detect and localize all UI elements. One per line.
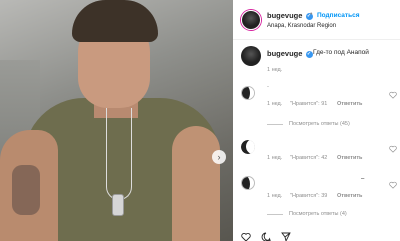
- caption-text: Где-то под Анапой: [313, 49, 369, 56]
- comment-age[interactable]: 1 нед.: [267, 155, 282, 161]
- post-photo[interactable]: [0, 0, 233, 241]
- view-replies-line: [267, 124, 283, 125]
- caption-handle[interactable]: bugevuge: [267, 49, 302, 58]
- comment-age[interactable]: 1 нед.: [267, 193, 282, 199]
- caption-handle-row: bugevuge ✓: [267, 49, 313, 58]
- photo-hair: [72, 0, 158, 42]
- caption-avatar[interactable]: [241, 46, 261, 66]
- reply-button[interactable]: Ответить: [337, 101, 362, 107]
- heart-icon[interactable]: [389, 145, 397, 153]
- photo-dog-tag: [112, 194, 124, 216]
- photo-arm-right: [172, 126, 220, 241]
- view-replies-button[interactable]: Посмотреть ответы (45): [289, 121, 350, 127]
- reply-button[interactable]: Ответить: [337, 193, 362, 199]
- post-side-panel: bugevuge ✓ • Подписаться Anapa, Krasnoda…: [233, 0, 400, 241]
- photo-chain: [106, 108, 132, 200]
- comment-avatar[interactable]: [241, 140, 255, 154]
- share-icon[interactable]: [281, 232, 291, 241]
- comment-text: –: [361, 176, 365, 182]
- heart-icon[interactable]: [241, 232, 251, 241]
- caption-age[interactable]: 1 нед.: [267, 67, 282, 73]
- view-replies-line: [267, 214, 283, 215]
- comment-likes[interactable]: "Нравится": 39: [290, 193, 327, 199]
- location-link[interactable]: Anapa, Krasnodar Region: [267, 23, 336, 29]
- next-arrow-icon[interactable]: ›: [212, 150, 226, 164]
- comment-age[interactable]: 1 нед.: [267, 101, 282, 107]
- comment-avatar[interactable]: [241, 176, 255, 190]
- follow-button[interactable]: Подписаться: [317, 12, 360, 19]
- comment-likes[interactable]: "Нравится": 42: [290, 155, 327, 161]
- action-bar: [233, 230, 400, 241]
- photo-tattoo: [12, 165, 40, 215]
- comment-avatar[interactable]: [241, 86, 255, 100]
- heart-icon[interactable]: [389, 91, 397, 99]
- view-replies-button[interactable]: Посмотреть ответы (4): [289, 211, 347, 217]
- comment-likes[interactable]: "Нравится": 91: [290, 101, 327, 107]
- heart-icon[interactable]: [389, 181, 397, 189]
- reply-button[interactable]: Ответить: [337, 155, 362, 161]
- account-handle[interactable]: bugevuge: [267, 11, 302, 20]
- comment-text: ·: [267, 84, 269, 90]
- account-avatar[interactable]: [241, 10, 261, 30]
- verified-badge-icon: ✓: [305, 51, 313, 58]
- header-separator: •: [310, 11, 313, 18]
- comment-icon[interactable]: [261, 232, 271, 241]
- account-handle-row: bugevuge ✓: [267, 11, 313, 20]
- post-header: bugevuge ✓ • Подписаться Anapa, Krasnoda…: [233, 0, 400, 40]
